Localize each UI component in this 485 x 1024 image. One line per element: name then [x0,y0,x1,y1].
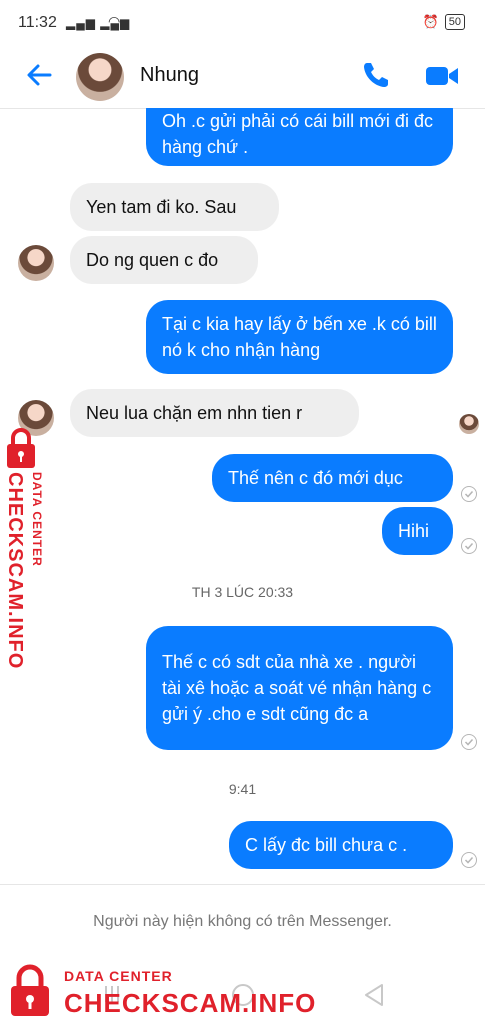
alarm-icon: ⏰ [422,14,439,29]
lock-icon [11,964,49,1016]
seen-avatar [459,414,479,434]
back-arrow-icon[interactable] [22,58,56,92]
watermark-brand: CHECKSCAM.INFO [64,988,317,1018]
message-bubble-outgoing[interactable]: Oh .c gửi phải có cái bill mới đi đc hàn… [146,108,453,166]
seen-check-icon [461,538,477,554]
watermark-label: DATA CENTER [64,968,173,984]
timestamp-divider: TH 3 LÚC 20:33 [191,584,294,600]
message-bubble-incoming[interactable]: Yen tam đi ko. Sau [70,183,279,231]
message-bubble-outgoing[interactable]: Hihi [382,507,453,555]
status-time: 11:32 [18,14,57,31]
message-list[interactable]: Oh .c gửi phải có cái bill mới đi đc hàn… [0,108,485,884]
wifi-icon: ◠ [108,13,121,29]
watermark-brand: CHECKSCAM.INFO [4,472,26,670]
contact-avatar[interactable] [76,53,124,101]
battery-indicator: 50 [444,14,465,30]
timestamp-divider: 9:41 [228,781,257,797]
message-bubble-outgoing[interactable]: Thế nên c đó mới dục [212,454,453,502]
sender-avatar [18,245,54,281]
contact-name[interactable]: Nhung [140,64,199,87]
message-bubble-outgoing[interactable]: Tại c kia hay lấy ở bến xe .k có bill nó… [146,300,453,374]
seen-check-icon [461,734,477,750]
unavailable-notice: Người này hiện không có trên Messenger. [0,884,485,965]
watermark-label: DATA CENTER [30,472,44,567]
status-bar: 11:32 ▂▄▆ ▂▄▆ ◠ ⏰ 50 [0,0,485,48]
message-bubble-outgoing[interactable]: C lấy đc bill chưa c . [229,821,453,869]
conversation-header: Nhung [0,48,485,109]
signal-icon: ▂▄▆ ▂▄▆ [66,16,131,30]
watermark-bottom: DATA CENTER CHECKSCAM.INFO [4,960,315,1020]
message-bubble-outgoing[interactable]: Thế c có sdt của nhà xe . người tài xê h… [146,626,453,750]
status-right: ⏰ 50 [423,14,465,30]
seen-check-icon [461,486,477,502]
seen-check-icon [461,852,477,868]
watermark-vertical: DATA CENTER CHECKSCAM.INFO [2,420,54,669]
phone-icon[interactable] [361,60,391,90]
message-bubble-incoming[interactable]: Neu lua chặn em nhn tien r [70,389,359,437]
nav-back-icon[interactable] [362,982,386,1008]
video-camera-icon[interactable] [425,62,459,90]
lock-icon [7,428,35,468]
unavailable-text: Người này hiện không có trên Messenger. [93,913,392,930]
message-bubble-incoming[interactable]: Do ng quen c đo [70,236,258,284]
